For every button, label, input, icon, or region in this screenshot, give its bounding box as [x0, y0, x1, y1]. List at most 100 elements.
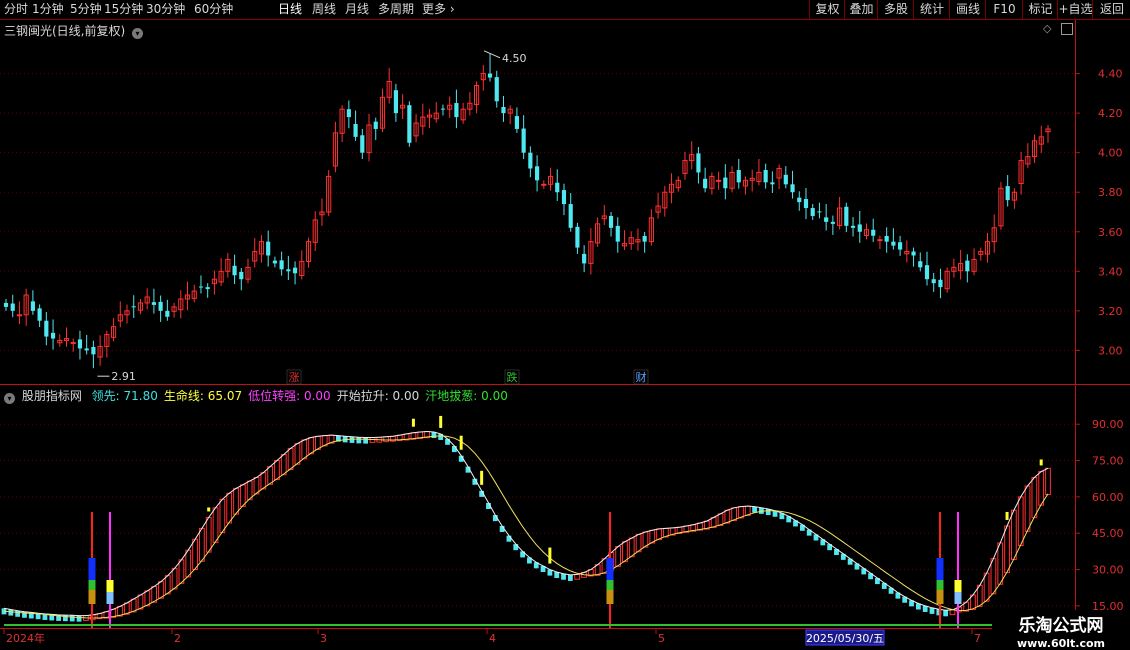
watermark-title: 乐淘公式网: [1018, 616, 1104, 636]
indicator-bar: [274, 460, 280, 481]
candle-body: [198, 286, 204, 288]
indicator-bar: [287, 447, 294, 471]
candle-body: [615, 225, 620, 242]
indicator-bar: [983, 572, 990, 602]
signal-block-yellow: [106, 580, 114, 592]
candle-body: [797, 197, 802, 203]
indicator-bar: [615, 546, 622, 567]
indicator-bar: [226, 492, 233, 524]
indicator-bar: [601, 558, 608, 574]
signal-spike: [459, 435, 463, 450]
signal-block-green: [88, 580, 96, 590]
candle-body: [736, 169, 741, 183]
signal-spike: [411, 418, 415, 427]
indicator-bar: [151, 586, 158, 603]
candle-body: [877, 239, 883, 242]
indicator-bar: [943, 610, 949, 617]
main-tick-label: 3.40: [1098, 265, 1123, 278]
candle-body: [346, 109, 351, 118]
indicator-bar: [929, 607, 935, 614]
candle-body: [884, 236, 889, 242]
indicator-bar: [192, 538, 198, 571]
candle-body: [918, 261, 923, 268]
candle-body: [965, 260, 970, 272]
candle-body: [10, 303, 15, 311]
candle-body: [541, 183, 547, 186]
lead-line: [3, 430, 1049, 617]
main-tick-label: 3.80: [1098, 186, 1123, 199]
indicator-bar: [69, 615, 75, 622]
indicator-bar: [164, 575, 171, 595]
candle-body: [279, 260, 284, 270]
indicator-bar: [731, 507, 738, 522]
signal-spike: [548, 547, 552, 564]
indicator-bar: [990, 558, 997, 595]
indicator-bar: [219, 498, 226, 534]
candle-body: [911, 251, 916, 256]
indicator-bar: [178, 559, 185, 584]
indicator-bar: [233, 487, 239, 515]
signal-block-yellow: [954, 580, 962, 592]
candle-body: [723, 177, 728, 189]
stock-chart: 4.40 4.20 4.00 3.80 3.60 3.40 3.20 3.00 90.00 75.…: [0, 20, 1130, 646]
indicator-bar: [137, 594, 144, 610]
main-tick-label: 4.00: [1098, 147, 1123, 160]
candle-body: [205, 287, 210, 290]
candle-body: [84, 348, 89, 351]
candle-body: [91, 347, 96, 355]
candle-body: [393, 90, 398, 114]
indicator-bar: [185, 549, 192, 578]
candle-body: [232, 265, 237, 276]
indicator-bar: [308, 437, 314, 455]
event-marker-0: 涨: [289, 371, 300, 384]
candle-body: [30, 301, 35, 311]
candle-body: [696, 153, 701, 173]
candle-body: [608, 215, 614, 228]
indicator-tick-label: 30.00: [1092, 564, 1124, 577]
candle-body: [716, 179, 722, 182]
candle-body: [1005, 186, 1010, 201]
candle-body: [50, 332, 56, 339]
signal-block-blue: [936, 558, 944, 580]
watermark-url: www.60lt.com: [1016, 637, 1106, 650]
signal-block-blue: [606, 558, 614, 580]
candle-body: [830, 221, 835, 224]
signal-block-green: [606, 580, 614, 590]
indicator-bar: [561, 573, 566, 580]
indicator-bar: [205, 516, 212, 553]
candle-body: [77, 339, 83, 349]
candle-body: [272, 260, 277, 264]
candle-body: [292, 267, 298, 274]
candle-body: [891, 241, 896, 246]
indicator-bar: [1045, 467, 1051, 496]
indicator-bar: [144, 590, 151, 607]
signal-spike: [207, 507, 211, 512]
candle-body: [360, 135, 365, 153]
signal-spike: [439, 415, 443, 428]
candle-body: [16, 314, 23, 317]
indicator-bar: [752, 506, 757, 513]
main-tick-label: 3.00: [1098, 344, 1123, 357]
candle-body: [239, 271, 244, 280]
main-tick-label: 3.20: [1098, 305, 1123, 318]
indicator-tick-label: 60.00: [1092, 491, 1124, 504]
indicator-bar: [349, 436, 355, 443]
indicator-bar: [239, 484, 246, 507]
indicator-bar: [445, 438, 450, 445]
indicator-bar: [1024, 485, 1031, 532]
signal-block-lightblue: [954, 592, 962, 604]
candle-body: [494, 77, 499, 102]
candle-body: [521, 128, 526, 153]
indicator-bar: [567, 574, 573, 581]
date-label-4: 5: [658, 632, 665, 645]
indicator-bar: [267, 466, 274, 485]
high-pointer: [483, 50, 501, 59]
date-label-1: 2: [174, 632, 181, 645]
indicator-bar: [363, 437, 369, 444]
candle-body: [568, 204, 573, 228]
indicator-bar: [280, 454, 287, 476]
candle-body: [561, 190, 567, 205]
indicator-bar: [383, 436, 390, 443]
candle-body: [353, 124, 358, 137]
candle-body: [555, 182, 560, 193]
